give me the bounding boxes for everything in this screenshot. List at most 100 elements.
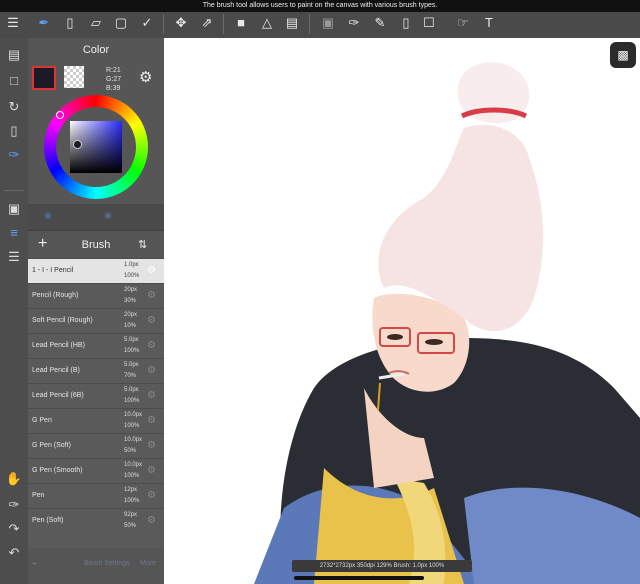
brush-settings-gear-icon[interactable]: ⚙	[147, 315, 156, 326]
eyedropper-icon[interactable]: ✑	[346, 15, 362, 31]
color-g-value: G:27	[106, 76, 122, 83]
artwork-eye-left	[387, 334, 403, 340]
brush-name: G Pen	[32, 417, 52, 424]
brush-name: G Pen (Soft)	[32, 442, 71, 449]
select-rect-icon[interactable]: ▢	[113, 15, 129, 31]
top-toolbar: The brush tool allows users to paint on …	[0, 0, 640, 38]
brush-edit-icon[interactable]: ✒	[32, 560, 38, 568]
primary-color-swatch[interactable]	[32, 66, 56, 90]
gradient-icon[interactable]: ▤	[284, 15, 300, 31]
brush-opacity: 70%	[124, 373, 137, 379]
brush-item[interactable]: Soft Pencil (Rough) 20px 10% ⚙	[28, 308, 164, 333]
color-knob[interactable]	[73, 140, 82, 149]
toolbar-divider	[163, 14, 164, 34]
layers-toggle-icon[interactable]: ▩	[610, 42, 636, 68]
color-panel-tabs: ◉ ◉	[28, 204, 164, 230]
left-tool-rail: ▤ □ ↻ ▯ ✑ ▣ ≡ ☰ ✋ ✑ ↷ ↶	[0, 38, 28, 584]
color-palette-tab-icon[interactable]: ◉	[104, 210, 112, 221]
select-pen-icon[interactable]: ✎	[372, 15, 388, 31]
sort-icon[interactable]: ⇅	[138, 238, 147, 251]
brush-opacity: 10%	[124, 323, 137, 329]
undo-icon[interactable]: ↶	[5, 544, 23, 562]
hand-icon[interactable]: ✋	[5, 470, 23, 488]
brush-settings-gear-icon[interactable]: ⚙	[147, 465, 156, 476]
brush-item[interactable]: G Pen 10.0px 100% ⚙	[28, 408, 164, 433]
lasso-icon[interactable]: ✓	[139, 15, 155, 31]
color-r-value: R:21	[106, 67, 121, 74]
brush-settings-gear-icon[interactable]: ⚙	[147, 440, 156, 451]
brush-settings-gear-icon[interactable]: ⚙	[147, 415, 156, 426]
fill-eraser-icon[interactable]: ▱	[88, 15, 104, 31]
brush-settings-gear-icon[interactable]: ⚙	[147, 265, 156, 276]
eraser-tool-icon[interactable]: ▯	[62, 15, 78, 31]
brush-settings-button[interactable]: Brush Settings	[84, 560, 130, 567]
brush-size: 12px	[124, 487, 138, 493]
tooltip: The brush tool allows users to paint on …	[0, 0, 640, 12]
brush-opacity: 100%	[124, 423, 140, 429]
secondary-color-swatch[interactable]	[64, 66, 84, 88]
brush-opacity: 100%	[124, 473, 140, 479]
color-settings-gear-icon[interactable]: ⚙	[139, 68, 152, 86]
dropper-icon[interactable]: ✑	[5, 496, 23, 514]
move-icon[interactable]: ✥	[173, 15, 189, 31]
brush-settings-gear-icon[interactable]: ⚙	[147, 340, 156, 351]
fill-color-icon[interactable]: ■	[233, 15, 249, 31]
brush-item[interactable]: Lead Pencil (B) 5.0px 70% ⚙	[28, 358, 164, 383]
more-button[interactable]: More	[140, 560, 156, 567]
color-panel-title: Color	[82, 44, 110, 56]
brush-size: 5.0px	[124, 387, 139, 393]
pages-icon[interactable]: ▤	[5, 46, 23, 64]
brush-opacity: 30%	[124, 298, 137, 304]
brush-size: 1.0px	[124, 262, 139, 268]
brush-item[interactable]: Pencil (Rough) 20px 30% ⚙	[28, 283, 164, 308]
brush-item[interactable]: G Pen (Soft) 10.0px 50% ⚙	[28, 433, 164, 458]
color-panel: Color R:21 G:27 B:39 ⚙ ◉ ◉	[28, 38, 164, 230]
brush-item[interactable]: Lead Pencil (6B) 5.0px 100% ⚙	[28, 383, 164, 408]
selection-icon[interactable]: □	[5, 72, 23, 90]
brush-item[interactable]: Lead Pencil (HB) 5.0px 100% ⚙	[28, 333, 164, 358]
layers-icon[interactable]: ☰	[5, 248, 23, 266]
toolbar-divider	[309, 14, 310, 34]
brush-opacity: 100%	[124, 398, 140, 404]
brush-size: 10.0px	[124, 412, 143, 418]
color-wheel-tab-icon[interactable]: ◉	[44, 210, 52, 221]
brush-settings-gear-icon[interactable]: ⚙	[147, 390, 156, 401]
artwork-illustration	[254, 62, 640, 584]
hand-tool-icon[interactable]: ☞	[455, 15, 471, 31]
rotate-icon[interactable]: ↻	[5, 98, 23, 116]
eyedropper-icon[interactable]: ✑	[5, 146, 23, 164]
select-eraser-icon[interactable]: ▯	[398, 15, 414, 31]
brush-item[interactable]: G Pen (Smooth) 10.0px 100% ⚙	[28, 458, 164, 483]
brush-name: G Pen (Smooth)	[32, 467, 83, 474]
brush-size: 20px	[124, 312, 138, 318]
brush-settings-gear-icon[interactable]: ⚙	[147, 515, 156, 526]
ruler-icon[interactable]: ▯	[5, 122, 23, 140]
brush-opacity: 100%	[124, 273, 140, 279]
home-indicator	[294, 576, 424, 580]
brush-name: Pen (Soft)	[32, 517, 64, 524]
text-tool-icon[interactable]: T	[481, 15, 497, 31]
brush-list-icon[interactable]: ≡	[5, 224, 23, 242]
hue-knob[interactable]	[56, 111, 64, 119]
magic-wand-icon[interactable]: ▣	[320, 15, 336, 31]
brush-settings-gear-icon[interactable]: ⚙	[147, 290, 156, 301]
brush-tool-icon[interactable]: ✒	[36, 15, 52, 31]
hue-wheel[interactable]	[44, 95, 148, 199]
redo-icon[interactable]: ↷	[5, 520, 23, 538]
brush-item[interactable]: Pen 12px 100% ⚙	[28, 483, 164, 508]
brush-opacity: 50%	[124, 523, 137, 529]
brush-item[interactable]: 1 - I - I Pencil 1.0px 100% ⚙	[28, 258, 164, 283]
color-swatch-icon[interactable]: ▣	[5, 200, 23, 218]
brush-size: 5.0px	[124, 337, 139, 343]
brush-panel-header: + Brush ⇅	[28, 230, 164, 258]
brush-item[interactable]: Pen (Soft) 92px 50% ⚙	[28, 508, 164, 533]
bucket-icon[interactable]: △	[259, 15, 275, 31]
brush-panel: + Brush ⇅ 1 - I - I Pencil 1.0px 100% ⚙ Penc…	[28, 230, 164, 584]
menu-icon[interactable]: ☰	[5, 15, 21, 31]
drawing-canvas[interactable]: ▩ 2732*2732px 350dpi 129% Brush: 1.0px 1…	[164, 38, 640, 584]
transform-icon[interactable]: ⇗	[199, 15, 215, 31]
brush-settings-gear-icon[interactable]: ⚙	[147, 365, 156, 376]
brush-settings-gear-icon[interactable]: ⚙	[147, 490, 156, 501]
deselect-icon[interactable]: ☐	[421, 15, 437, 31]
brush-name: 1 - I - I Pencil	[32, 267, 74, 274]
